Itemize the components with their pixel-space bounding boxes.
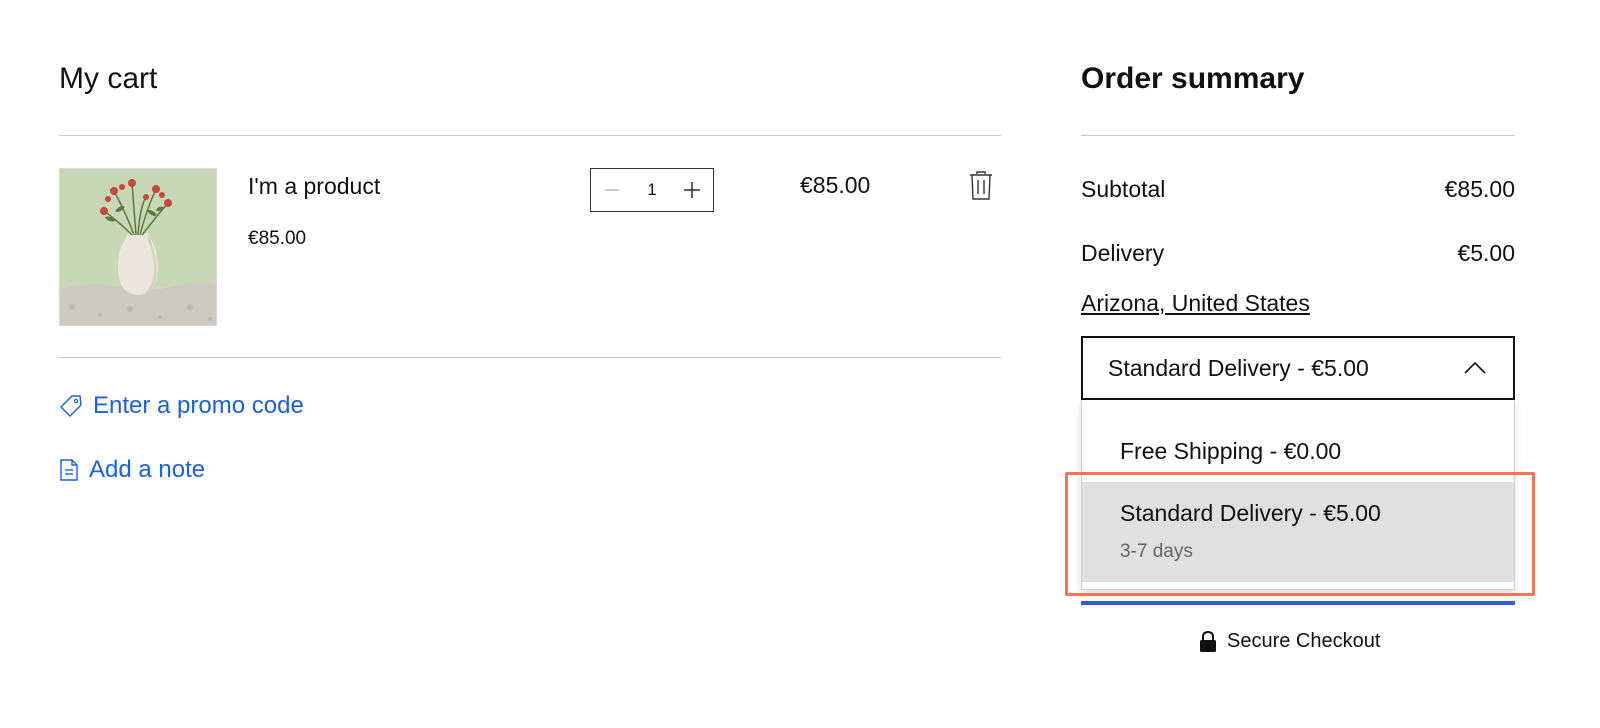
option-label: Free Shipping - €0.00 — [1120, 438, 1342, 464]
cart-divider-top — [59, 135, 1001, 136]
product-name[interactable]: I'm a product — [248, 173, 380, 200]
secure-checkout: Secure Checkout — [1199, 630, 1380, 653]
minus-icon — [605, 189, 619, 191]
cart-divider-bottom — [59, 357, 1001, 358]
subtotal-row: Subtotal €85.00 — [1081, 176, 1515, 203]
promo-code-link[interactable]: Enter a promo code — [59, 392, 304, 420]
increment-button[interactable] — [681, 179, 703, 201]
subtotal-label: Subtotal — [1081, 176, 1166, 202]
subtotal-value: €85.00 — [1444, 176, 1515, 202]
vase-with-flowers-image — [60, 169, 216, 325]
decrement-button[interactable] — [601, 179, 623, 201]
remove-item-button[interactable] — [968, 171, 994, 201]
checkout-button[interactable] — [1081, 601, 1515, 605]
promo-code-label: Enter a promo code — [93, 392, 304, 419]
plus-icon — [684, 182, 700, 198]
secure-checkout-label: Secure Checkout — [1227, 630, 1381, 652]
summary-divider — [1081, 135, 1515, 136]
delivery-location-link[interactable]: Arizona, United States — [1081, 290, 1310, 317]
note-icon — [60, 459, 78, 481]
delivery-method-selected: Standard Delivery - €5.00 — [1108, 354, 1369, 381]
delivery-method-select[interactable]: Standard Delivery - €5.00 — [1081, 336, 1515, 400]
add-note-label: Add a note — [89, 456, 206, 483]
delivery-value: €5.00 — [1457, 240, 1515, 266]
summary-title: Order summary — [1081, 62, 1305, 95]
product-unit-price: €85.00 — [248, 228, 307, 249]
quantity-stepper: 1 — [590, 168, 714, 212]
chevron-up-icon — [1464, 361, 1486, 374]
option-label: Standard Delivery - €5.00 — [1120, 500, 1381, 526]
add-note-link[interactable]: Add a note — [59, 456, 205, 484]
product-image[interactable] — [59, 168, 217, 326]
delivery-label: Delivery — [1081, 240, 1165, 266]
option-standard-delivery[interactable]: Standard Delivery - €5.00 3-7 days — [1082, 482, 1514, 582]
trash-icon — [970, 171, 992, 200]
delivery-row: Delivery €5.00 — [1081, 240, 1515, 267]
delivery-options-list: Free Shipping - €0.00 Standard Delivery … — [1081, 400, 1515, 590]
tag-icon — [60, 395, 82, 417]
option-detail: 3-7 days — [1120, 541, 1193, 562]
line-total: €85.00 — [800, 172, 871, 198]
cart-title: My cart — [59, 62, 158, 95]
quantity-value[interactable]: 1 — [647, 180, 656, 200]
lock-icon — [1200, 630, 1216, 652]
option-free-shipping[interactable]: Free Shipping - €0.00 — [1082, 400, 1514, 482]
